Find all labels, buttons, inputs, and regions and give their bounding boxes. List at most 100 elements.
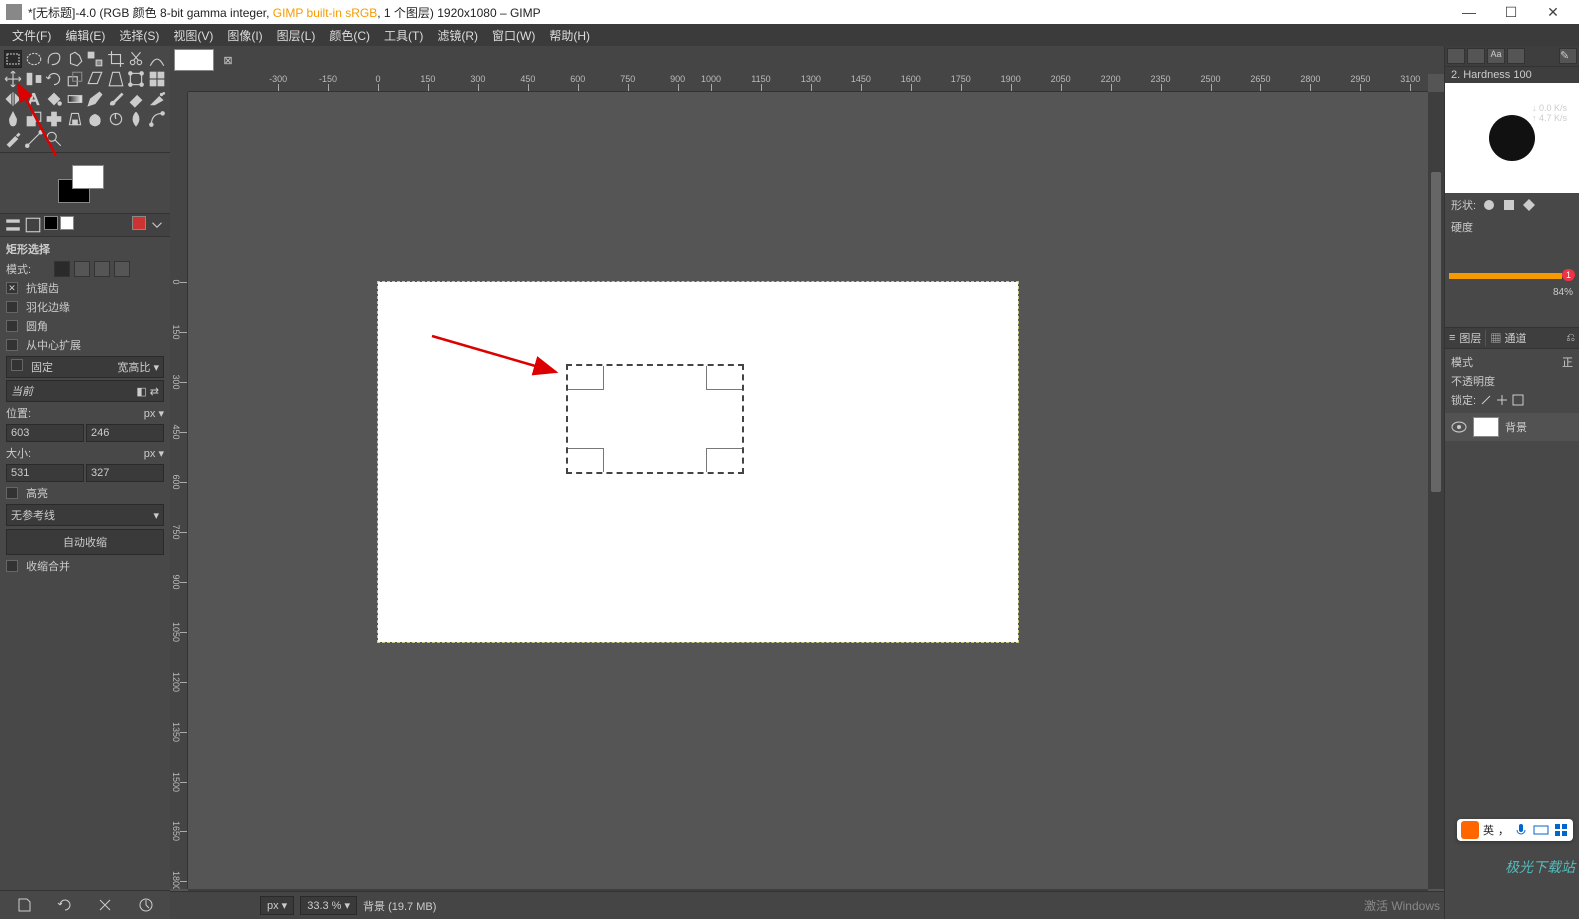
handle-transform-tool-icon[interactable] bbox=[148, 70, 166, 88]
selection-marquee[interactable] bbox=[566, 364, 744, 474]
highlight-checkbox[interactable] bbox=[6, 487, 18, 499]
lock-alpha-icon[interactable] bbox=[1512, 394, 1524, 406]
ime-voice-icon[interactable] bbox=[1513, 822, 1529, 838]
zoom-dropdown[interactable]: 33.3 % ▾ bbox=[300, 896, 357, 915]
ime-settings-icon[interactable] bbox=[1553, 822, 1569, 838]
patterns-tab-icon[interactable] bbox=[1467, 48, 1485, 64]
save-preset-icon[interactable] bbox=[16, 897, 32, 913]
auto-shrink-button[interactable]: 自动收缩 bbox=[6, 529, 164, 555]
rounded-checkbox[interactable] bbox=[6, 320, 18, 332]
mode-replace-icon[interactable] bbox=[54, 261, 70, 277]
blur-sharpen-tool-icon[interactable] bbox=[127, 110, 145, 128]
fonts-tab-icon[interactable]: Aa bbox=[1487, 48, 1505, 64]
menu-image[interactable]: 图像(I) bbox=[221, 25, 268, 46]
guides-dropdown[interactable]: 无参考线▾ bbox=[6, 504, 164, 526]
menu-layer[interactable]: 图层(L) bbox=[271, 25, 322, 46]
position-y-input[interactable]: 246 bbox=[86, 424, 164, 442]
gradient-tool-icon[interactable] bbox=[66, 90, 84, 108]
antialias-checkbox[interactable]: ✕ bbox=[6, 282, 18, 294]
lock-pixels-icon[interactable] bbox=[1480, 394, 1492, 406]
pencil-tool-icon[interactable] bbox=[86, 90, 104, 108]
color-picker-tool-icon[interactable] bbox=[4, 130, 22, 148]
delete-preset-icon[interactable] bbox=[97, 897, 113, 913]
menu-tools[interactable]: 工具(T) bbox=[378, 25, 429, 46]
document-tab[interactable] bbox=[174, 49, 214, 71]
flip-tool-icon[interactable] bbox=[4, 90, 22, 108]
visibility-icon[interactable] bbox=[1451, 421, 1467, 433]
paths-tab-icon[interactable]: ⎌ bbox=[1566, 332, 1575, 345]
clone-tool-icon[interactable] bbox=[25, 110, 43, 128]
feather-checkbox[interactable] bbox=[6, 301, 18, 313]
text-tool-icon[interactable]: A bbox=[25, 90, 43, 108]
crop-tool-icon[interactable] bbox=[107, 50, 125, 68]
align-tool-icon[interactable] bbox=[25, 70, 43, 88]
layers-tab[interactable]: 图层 bbox=[1459, 330, 1481, 346]
lock-position-icon[interactable] bbox=[1496, 394, 1508, 406]
swatch-black[interactable] bbox=[44, 216, 58, 230]
editor-tab-icon[interactable]: ✎ bbox=[1559, 48, 1577, 64]
move-tool-icon[interactable] bbox=[4, 70, 22, 88]
perspective-clone-tool-icon[interactable] bbox=[66, 110, 84, 128]
unified-transform-tool-icon[interactable] bbox=[127, 70, 145, 88]
smudge-tool-icon[interactable] bbox=[86, 110, 104, 128]
rectangle-select-tool-icon[interactable] bbox=[4, 50, 22, 68]
rotate-tool-icon[interactable] bbox=[45, 70, 63, 88]
current-field[interactable]: 当前 ◧ ⇄ bbox=[6, 380, 164, 402]
shrink-merged-checkbox[interactable] bbox=[6, 560, 18, 572]
menu-file[interactable]: 文件(F) bbox=[6, 25, 57, 46]
fixed-dropdown[interactable]: 固定 宽高比 ▾ bbox=[6, 356, 164, 378]
close-button[interactable]: ✕ bbox=[1533, 1, 1573, 23]
reset-icon[interactable] bbox=[138, 897, 154, 913]
shape-diamond-icon[interactable] bbox=[1522, 198, 1536, 212]
fuzzy-select-tool-icon[interactable] bbox=[66, 50, 84, 68]
swatch-white[interactable] bbox=[60, 216, 74, 230]
menu-help[interactable]: 帮助(H) bbox=[543, 25, 596, 46]
bucket-fill-tool-icon[interactable] bbox=[45, 90, 63, 108]
airbrush-tool-icon[interactable] bbox=[148, 90, 166, 108]
scale-tool-icon[interactable] bbox=[66, 70, 84, 88]
menu-select[interactable]: 选择(S) bbox=[113, 25, 165, 46]
mode-subtract-icon[interactable] bbox=[94, 261, 110, 277]
dock-menu-icon[interactable] bbox=[148, 216, 166, 234]
restore-preset-icon[interactable] bbox=[57, 897, 73, 913]
shear-tool-icon[interactable] bbox=[86, 70, 104, 88]
shape-circle-icon[interactable] bbox=[1482, 198, 1496, 212]
paths-tool-icon[interactable] bbox=[148, 110, 166, 128]
history-tab-icon[interactable] bbox=[1507, 48, 1525, 64]
fg-bg-color-widget[interactable] bbox=[0, 159, 170, 207]
eraser-tool-icon[interactable] bbox=[127, 90, 145, 108]
device-status-tab-icon[interactable] bbox=[24, 216, 42, 234]
brushes-tab-icon[interactable] bbox=[1447, 48, 1465, 64]
document-close-icon[interactable]: ⊠ bbox=[220, 52, 236, 68]
position-x-input[interactable]: 603 bbox=[6, 424, 84, 442]
measure-tool-icon[interactable] bbox=[25, 130, 43, 148]
by-color-select-tool-icon[interactable] bbox=[86, 50, 104, 68]
menu-colors[interactable]: 颜色(C) bbox=[323, 25, 376, 46]
ink-tool-icon[interactable] bbox=[4, 110, 22, 128]
fg-color-swatch[interactable] bbox=[72, 165, 104, 189]
ime-widget[interactable]: 英 ， bbox=[1457, 819, 1573, 841]
size-h-input[interactable]: 327 bbox=[86, 464, 164, 482]
layer-name[interactable]: 背景 bbox=[1505, 419, 1527, 435]
swatch-brush[interactable] bbox=[132, 216, 146, 230]
horizontal-ruler[interactable]: -300-15001503004506007509001000115013001… bbox=[188, 74, 1428, 92]
mode-intersect-icon[interactable] bbox=[114, 261, 130, 277]
canvas-viewport[interactable] bbox=[188, 92, 1428, 889]
menu-edit[interactable]: 编辑(E) bbox=[59, 25, 111, 46]
channels-tab[interactable]: ▦ 通道 bbox=[1485, 330, 1526, 346]
menu-view[interactable]: 视图(V) bbox=[167, 25, 219, 46]
mode-add-icon[interactable] bbox=[74, 261, 90, 277]
menu-filters[interactable]: 滤镜(R) bbox=[431, 25, 484, 46]
layer-row[interactable]: 背景 bbox=[1445, 413, 1579, 441]
ime-keyboard-icon[interactable] bbox=[1533, 822, 1549, 838]
vertical-ruler[interactable]: 0150300450600750900105012001350150016501… bbox=[170, 92, 188, 889]
brush-slider[interactable]: 1 bbox=[1445, 267, 1579, 285]
scissors-tool-icon[interactable] bbox=[127, 50, 145, 68]
free-select-tool-icon[interactable] bbox=[45, 50, 63, 68]
zoom-tool-icon[interactable] bbox=[45, 130, 63, 148]
dodge-burn-tool-icon[interactable] bbox=[107, 110, 125, 128]
perspective-tool-icon[interactable] bbox=[107, 70, 125, 88]
foreground-select-tool-icon[interactable] bbox=[148, 50, 166, 68]
ellipse-select-tool-icon[interactable] bbox=[25, 50, 43, 68]
menu-windows[interactable]: 窗口(W) bbox=[486, 25, 541, 46]
